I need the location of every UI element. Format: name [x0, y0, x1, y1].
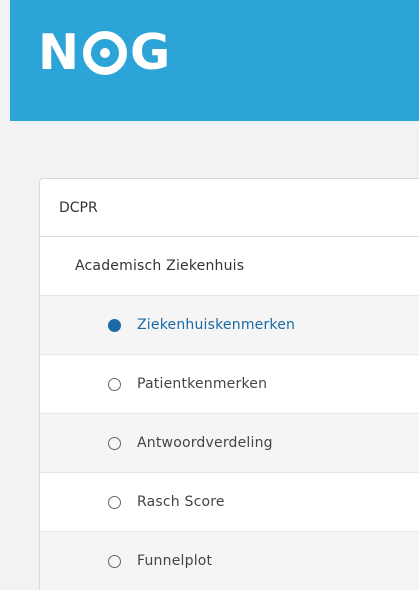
- nav-item-patientkenmerken[interactable]: Patientkenmerken: [40, 355, 419, 414]
- nav-item-antwoordverdeling[interactable]: Antwoordverdeling: [40, 414, 419, 473]
- navigation-panel: DCPR Academisch Ziekenhuis Ziekenhuisken…: [39, 178, 419, 590]
- top-header-bar: NG: [10, 0, 419, 121]
- nav-item-label: Patientkenmerken: [137, 376, 268, 392]
- organization-item[interactable]: Academisch Ziekenhuis: [40, 237, 419, 296]
- nav-item-label: Funnelplot: [137, 553, 213, 569]
- nav-item-ziekenhuiskenmerken[interactable]: Ziekenhuiskenmerken: [40, 296, 419, 355]
- nog-logo[interactable]: NG: [38, 28, 171, 77]
- logo-target-icon: [83, 30, 128, 75]
- logo-letter-n: N: [38, 24, 81, 81]
- radio-empty-icon: [108, 436, 121, 450]
- nav-item-label: Antwoordverdeling: [137, 435, 273, 451]
- nav-item-label: Ziekenhuiskenmerken: [137, 317, 296, 333]
- radio-empty-icon: [108, 554, 121, 568]
- radio-empty-icon: [108, 377, 121, 391]
- logo-letter-g: G: [130, 24, 172, 81]
- radio-empty-icon: [108, 495, 121, 509]
- nav-item-funnelplot[interactable]: Funnelplot: [40, 532, 419, 590]
- panel-title: DCPR: [40, 179, 419, 237]
- nav-item-label: Rasch Score: [137, 494, 225, 510]
- radio-selected-icon: [108, 318, 121, 332]
- organization-label: Academisch Ziekenhuis: [75, 258, 245, 274]
- nav-item-rasch-score[interactable]: Rasch Score: [40, 473, 419, 532]
